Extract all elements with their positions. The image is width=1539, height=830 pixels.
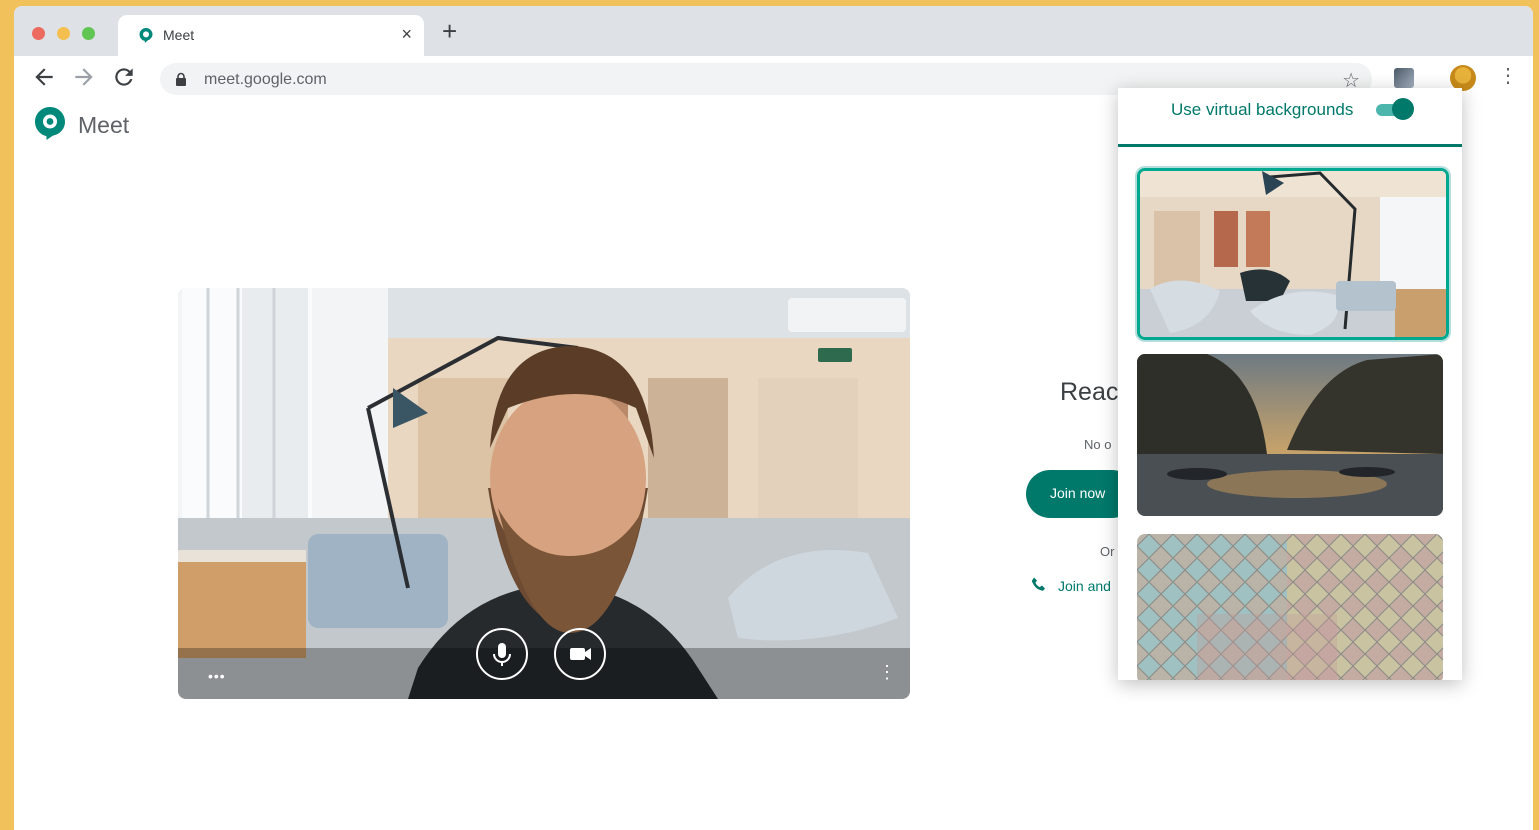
background-option-sea-rocks[interactable] <box>1137 354 1443 516</box>
new-tab-button[interactable]: + <box>442 18 457 44</box>
sea-rocks-background-image <box>1137 354 1443 516</box>
join-by-phone-label: Join and <box>1058 578 1111 594</box>
tiles-background-image <box>1137 534 1443 680</box>
browser-tab[interactable]: Meet × <box>118 15 424 56</box>
meet-logo-icon <box>35 107 65 140</box>
join-now-label: Join now <box>1050 485 1106 501</box>
maximize-window-button[interactable] <box>82 27 95 40</box>
virtual-backgrounds-label: Use virtual backgrounds <box>1171 100 1354 119</box>
tab-close-icon[interactable]: × <box>401 24 412 45</box>
toggle-knob <box>1392 98 1414 120</box>
virtual-backgrounds-toggle[interactable] <box>1376 98 1416 122</box>
forward-arrow-icon[interactable] <box>71 64 97 90</box>
lock-icon <box>176 72 186 86</box>
browser-window: Meet × + meet.google.com ☆ ⋮ Meet ••• ⋮ … <box>14 6 1533 830</box>
office-background-image <box>1140 171 1446 337</box>
microphone-icon <box>493 643 511 666</box>
or-text: Or <box>1100 544 1115 559</box>
browser-menu-icon[interactable]: ⋮ <box>1498 66 1518 86</box>
microphone-button[interactable] <box>476 628 528 680</box>
meet-favicon-icon <box>139 28 153 43</box>
extension-icon[interactable] <box>1394 68 1414 88</box>
back-arrow-icon[interactable] <box>31 64 57 90</box>
app-name: Meet <box>78 112 130 138</box>
preview-menu-icon[interactable]: ⋮ <box>878 662 896 683</box>
phone-icon <box>1031 577 1045 591</box>
background-option-tiles[interactable] <box>1137 534 1443 680</box>
background-option-office[interactable] <box>1137 168 1449 340</box>
video-camera-icon <box>570 648 591 660</box>
virtual-backgrounds-popup: Use virtual backgrounds <box>1118 88 1462 680</box>
reload-icon[interactable] <box>111 64 137 90</box>
more-options-dots-icon[interactable]: ••• <box>208 668 226 684</box>
video-preview: ••• ⋮ <box>178 288 910 699</box>
camera-button[interactable] <box>554 628 606 680</box>
minimize-window-button[interactable] <box>57 27 70 40</box>
participants-text: No o <box>1084 437 1112 452</box>
virtual-backgrounds-header: Use virtual backgrounds <box>1118 88 1462 147</box>
ready-heading: Reac <box>1060 378 1119 406</box>
tab-title: Meet <box>163 27 195 43</box>
camera-feed-image <box>178 288 910 699</box>
close-window-button[interactable] <box>32 27 45 40</box>
tab-bar: Meet × + <box>14 6 1533 56</box>
url-text: meet.google.com <box>204 71 327 88</box>
